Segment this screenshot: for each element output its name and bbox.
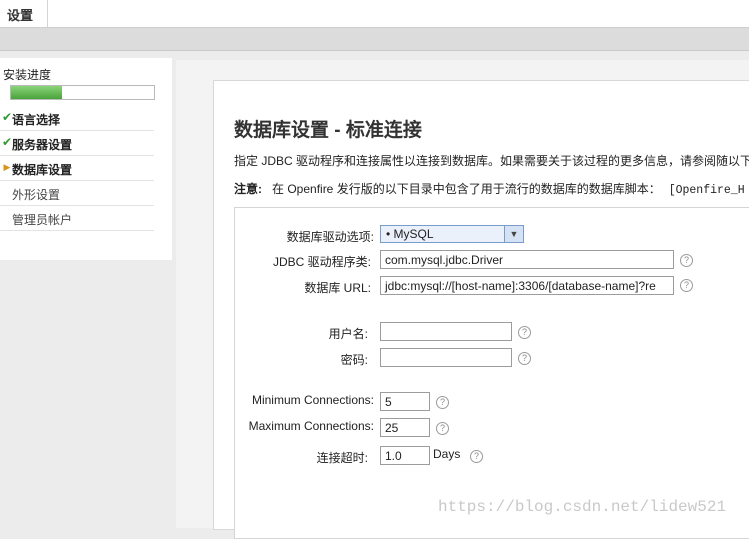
sidebar-item-label: 服务器设置 bbox=[12, 138, 73, 152]
sidebar-item-label: 外形设置 bbox=[12, 188, 61, 202]
sidebar: 安装进度 ✔ 语言选择 ✔ 服务器设置 ▶ 数据库设置 外形设置 管理员帐户 bbox=[0, 58, 172, 260]
install-progress-bar bbox=[10, 85, 155, 100]
password-input[interactable] bbox=[380, 348, 512, 367]
sidebar-item-label: 管理员帐户 bbox=[12, 213, 73, 227]
top-bar: 设置 bbox=[0, 0, 749, 28]
help-icon[interactable]: ? bbox=[680, 254, 693, 267]
tab-settings[interactable]: 设置 bbox=[0, 0, 48, 27]
note-text: 在 Openfire 发行版的以下目录中包含了用于流行的数据库的数据库脚本： bbox=[272, 182, 661, 196]
username-label: 用户名: bbox=[328, 327, 368, 341]
driver-label: 数据库驱动选项: bbox=[286, 230, 374, 244]
note-label: 注意: bbox=[234, 182, 262, 196]
main-content: 数据库设置 - 标准连接 指定 JDBC 驱动程序和连接属性以连接到数据库。如果… bbox=[213, 80, 749, 539]
help-icon[interactable]: ? bbox=[680, 279, 693, 292]
sidebar-item-database[interactable]: ▶ 数据库设置 bbox=[0, 156, 154, 181]
max-connections-row: Maximum Connections: 25 ? bbox=[235, 418, 749, 438]
help-icon[interactable]: ? bbox=[470, 450, 483, 463]
password-label: 密码: bbox=[340, 353, 368, 367]
help-icon[interactable]: ? bbox=[436, 396, 449, 409]
sidebar-item-appearance[interactable]: 外形设置 bbox=[0, 181, 154, 206]
sidebar-item-language[interactable]: ✔ 语言选择 bbox=[0, 106, 154, 131]
timeout-row: 连接超时: 1.0 Days ? bbox=[235, 446, 749, 466]
help-icon[interactable]: ? bbox=[518, 352, 531, 365]
driver-select-value: • MySQL bbox=[386, 227, 434, 241]
current-step-arrow-icon: ▶ bbox=[3, 162, 11, 172]
username-row: 用户名: ? bbox=[235, 322, 749, 342]
sidebar-item-label: 语言选择 bbox=[12, 113, 61, 127]
jdbc-label: JDBC 驱动程序类: bbox=[272, 255, 371, 269]
progress-fill bbox=[11, 86, 63, 99]
database-url-input[interactable]: jdbc:mysql://[host-name]:3306/[database-… bbox=[380, 276, 674, 295]
help-icon[interactable]: ? bbox=[518, 326, 531, 339]
url-label: 数据库 URL: bbox=[304, 281, 371, 295]
min-connections-label: Minimum Connections: bbox=[251, 393, 374, 407]
sidebar-item-admin-account[interactable]: 管理员帐户 bbox=[0, 206, 154, 231]
jdbc-row: JDBC 驱动程序类: com.mysql.jdbc.Driver ? bbox=[235, 250, 749, 270]
setup-steps-nav: ✔ 语言选择 ✔ 服务器设置 ▶ 数据库设置 外形设置 管理员帐户 bbox=[0, 106, 154, 231]
sidebar-item-label: 数据库设置 bbox=[12, 163, 73, 177]
password-row: 密码: ? bbox=[235, 348, 749, 368]
check-icon: ✔ bbox=[2, 110, 13, 124]
page-description: 指定 JDBC 驱动程序和连接属性以连接到数据库。如果需要关于该过程的更多信息，… bbox=[234, 154, 749, 168]
page-title: 数据库设置 - 标准连接 bbox=[234, 120, 422, 141]
driver-select[interactable]: • MySQL ▼ bbox=[380, 225, 524, 243]
driver-row: 数据库驱动选项: • MySQL ▼ bbox=[235, 225, 749, 245]
jdbc-driver-input[interactable]: com.mysql.jdbc.Driver bbox=[380, 250, 674, 269]
username-input[interactable] bbox=[380, 322, 512, 341]
watermark: https://blog.csdn.net/lidew521 bbox=[438, 498, 727, 516]
chevron-down-icon[interactable]: ▼ bbox=[504, 226, 523, 242]
progress-label: 安装进度 bbox=[3, 68, 52, 82]
url-row: 数据库 URL: jdbc:mysql://[host-name]:3306/[… bbox=[235, 276, 749, 296]
max-connections-input[interactable]: 25 bbox=[380, 418, 430, 437]
help-icon[interactable]: ? bbox=[436, 422, 449, 435]
min-connections-row: Minimum Connections: 5 ? bbox=[235, 392, 749, 412]
timeout-input[interactable]: 1.0 bbox=[380, 446, 430, 465]
timeout-unit: Days bbox=[433, 447, 461, 461]
sidebar-item-server[interactable]: ✔ 服务器设置 bbox=[0, 131, 154, 156]
timeout-label: 连接超时: bbox=[316, 451, 368, 465]
database-settings-form: 数据库驱动选项: • MySQL ▼ JDBC 驱动程序类: com.mysql… bbox=[234, 207, 749, 539]
check-icon: ✔ bbox=[2, 135, 13, 149]
toolbar-strip bbox=[0, 28, 749, 51]
note: 注意: 在 Openfire 发行版的以下目录中包含了用于流行的数据库的数据库脚本… bbox=[234, 180, 745, 197]
note-path: [Openfire_H bbox=[668, 184, 745, 197]
min-connections-input[interactable]: 5 bbox=[380, 392, 430, 411]
max-connections-label: Maximum Connections: bbox=[248, 419, 374, 433]
